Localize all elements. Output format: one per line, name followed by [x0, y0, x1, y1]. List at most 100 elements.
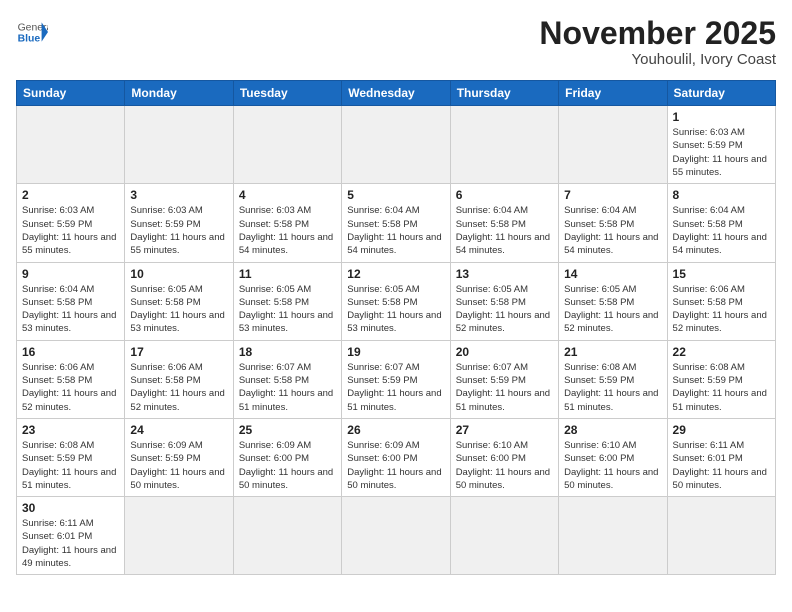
month-title: November 2025: [539, 16, 776, 51]
day-info: Sunrise: 6:04 AM Sunset: 5:58 PM Dayligh…: [673, 204, 770, 257]
day-number: 9: [22, 267, 119, 281]
calendar-day-cell: 4 Sunrise: 6:03 AM Sunset: 5:58 PM Dayli…: [233, 184, 341, 262]
calendar-day-cell: [125, 106, 233, 184]
day-info: Sunrise: 6:06 AM Sunset: 5:58 PM Dayligh…: [22, 361, 119, 414]
calendar-week-row: 2 Sunrise: 6:03 AM Sunset: 5:59 PM Dayli…: [17, 184, 776, 262]
calendar-day-cell: 22 Sunrise: 6:08 AM Sunset: 5:59 PM Dayl…: [667, 340, 775, 418]
calendar-day-cell: 2 Sunrise: 6:03 AM Sunset: 5:59 PM Dayli…: [17, 184, 125, 262]
day-info: Sunrise: 6:09 AM Sunset: 6:00 PM Dayligh…: [239, 439, 336, 492]
day-number: 7: [564, 188, 661, 202]
calendar-day-cell: 27 Sunrise: 6:10 AM Sunset: 6:00 PM Dayl…: [450, 418, 558, 496]
calendar-day-cell: 29 Sunrise: 6:11 AM Sunset: 6:01 PM Dayl…: [667, 418, 775, 496]
header-wednesday: Wednesday: [342, 81, 450, 106]
day-info: Sunrise: 6:07 AM Sunset: 5:58 PM Dayligh…: [239, 361, 336, 414]
day-number: 25: [239, 423, 336, 437]
day-info: Sunrise: 6:09 AM Sunset: 5:59 PM Dayligh…: [130, 439, 227, 492]
calendar-day-cell: 19 Sunrise: 6:07 AM Sunset: 5:59 PM Dayl…: [342, 340, 450, 418]
day-number: 10: [130, 267, 227, 281]
calendar-day-cell: 8 Sunrise: 6:04 AM Sunset: 5:58 PM Dayli…: [667, 184, 775, 262]
calendar-day-cell: 21 Sunrise: 6:08 AM Sunset: 5:59 PM Dayl…: [559, 340, 667, 418]
day-number: 14: [564, 267, 661, 281]
location-subtitle: Youhoulil, Ivory Coast: [539, 51, 776, 68]
logo-icon: General Blue: [16, 16, 48, 48]
calendar-day-cell: 23 Sunrise: 6:08 AM Sunset: 5:59 PM Dayl…: [17, 418, 125, 496]
day-number: 20: [456, 345, 553, 359]
calendar-day-cell: 6 Sunrise: 6:04 AM Sunset: 5:58 PM Dayli…: [450, 184, 558, 262]
calendar-day-cell: 15 Sunrise: 6:06 AM Sunset: 5:58 PM Dayl…: [667, 262, 775, 340]
day-info: Sunrise: 6:03 AM Sunset: 5:59 PM Dayligh…: [22, 204, 119, 257]
day-number: 27: [456, 423, 553, 437]
day-number: 18: [239, 345, 336, 359]
calendar-day-cell: 20 Sunrise: 6:07 AM Sunset: 5:59 PM Dayl…: [450, 340, 558, 418]
day-info: Sunrise: 6:04 AM Sunset: 5:58 PM Dayligh…: [564, 204, 661, 257]
logo: General Blue: [16, 16, 48, 48]
day-number: 13: [456, 267, 553, 281]
calendar-day-cell: [559, 106, 667, 184]
calendar-day-cell: [233, 497, 341, 575]
calendar-day-cell: 16 Sunrise: 6:06 AM Sunset: 5:58 PM Dayl…: [17, 340, 125, 418]
day-number: 15: [673, 267, 770, 281]
calendar-day-cell: [450, 497, 558, 575]
day-info: Sunrise: 6:06 AM Sunset: 5:58 PM Dayligh…: [130, 361, 227, 414]
day-number: 2: [22, 188, 119, 202]
title-block: November 2025 Youhoulil, Ivory Coast: [539, 16, 776, 68]
header-friday: Friday: [559, 81, 667, 106]
calendar-day-cell: 9 Sunrise: 6:04 AM Sunset: 5:58 PM Dayli…: [17, 262, 125, 340]
header-sunday: Sunday: [17, 81, 125, 106]
day-number: 19: [347, 345, 444, 359]
day-number: 8: [673, 188, 770, 202]
day-info: Sunrise: 6:05 AM Sunset: 5:58 PM Dayligh…: [564, 283, 661, 336]
calendar-day-cell: 5 Sunrise: 6:04 AM Sunset: 5:58 PM Dayli…: [342, 184, 450, 262]
day-info: Sunrise: 6:06 AM Sunset: 5:58 PM Dayligh…: [673, 283, 770, 336]
day-number: 26: [347, 423, 444, 437]
day-info: Sunrise: 6:10 AM Sunset: 6:00 PM Dayligh…: [564, 439, 661, 492]
calendar-week-row: 9 Sunrise: 6:04 AM Sunset: 5:58 PM Dayli…: [17, 262, 776, 340]
day-number: 28: [564, 423, 661, 437]
day-number: 29: [673, 423, 770, 437]
day-number: 23: [22, 423, 119, 437]
day-info: Sunrise: 6:11 AM Sunset: 6:01 PM Dayligh…: [673, 439, 770, 492]
day-info: Sunrise: 6:10 AM Sunset: 6:00 PM Dayligh…: [456, 439, 553, 492]
calendar-day-cell: 24 Sunrise: 6:09 AM Sunset: 5:59 PM Dayl…: [125, 418, 233, 496]
calendar-day-cell: 28 Sunrise: 6:10 AM Sunset: 6:00 PM Dayl…: [559, 418, 667, 496]
day-number: 21: [564, 345, 661, 359]
calendar-day-cell: [233, 106, 341, 184]
calendar-day-cell: [667, 497, 775, 575]
calendar-week-row: 16 Sunrise: 6:06 AM Sunset: 5:58 PM Dayl…: [17, 340, 776, 418]
day-number: 22: [673, 345, 770, 359]
day-number: 30: [22, 501, 119, 515]
day-number: 12: [347, 267, 444, 281]
day-info: Sunrise: 6:07 AM Sunset: 5:59 PM Dayligh…: [347, 361, 444, 414]
day-info: Sunrise: 6:03 AM Sunset: 5:59 PM Dayligh…: [130, 204, 227, 257]
day-number: 3: [130, 188, 227, 202]
calendar-week-row: 23 Sunrise: 6:08 AM Sunset: 5:59 PM Dayl…: [17, 418, 776, 496]
day-info: Sunrise: 6:03 AM Sunset: 5:58 PM Dayligh…: [239, 204, 336, 257]
header-saturday: Saturday: [667, 81, 775, 106]
calendar-week-row: 1 Sunrise: 6:03 AM Sunset: 5:59 PM Dayli…: [17, 106, 776, 184]
calendar-day-cell: [17, 106, 125, 184]
day-info: Sunrise: 6:04 AM Sunset: 5:58 PM Dayligh…: [456, 204, 553, 257]
calendar-day-cell: 30 Sunrise: 6:11 AM Sunset: 6:01 PM Dayl…: [17, 497, 125, 575]
day-info: Sunrise: 6:08 AM Sunset: 5:59 PM Dayligh…: [22, 439, 119, 492]
day-info: Sunrise: 6:09 AM Sunset: 6:00 PM Dayligh…: [347, 439, 444, 492]
calendar-day-cell: [342, 106, 450, 184]
header-monday: Monday: [125, 81, 233, 106]
day-info: Sunrise: 6:03 AM Sunset: 5:59 PM Dayligh…: [673, 126, 770, 179]
calendar-day-cell: 7 Sunrise: 6:04 AM Sunset: 5:58 PM Dayli…: [559, 184, 667, 262]
header-tuesday: Tuesday: [233, 81, 341, 106]
day-info: Sunrise: 6:05 AM Sunset: 5:58 PM Dayligh…: [130, 283, 227, 336]
calendar-day-cell: [450, 106, 558, 184]
calendar-table: SundayMondayTuesdayWednesdayThursdayFrid…: [16, 80, 776, 575]
day-info: Sunrise: 6:11 AM Sunset: 6:01 PM Dayligh…: [22, 517, 119, 570]
calendar-day-cell: 18 Sunrise: 6:07 AM Sunset: 5:58 PM Dayl…: [233, 340, 341, 418]
page-header: General Blue November 2025 Youhoulil, Iv…: [16, 16, 776, 68]
calendar-day-cell: 14 Sunrise: 6:05 AM Sunset: 5:58 PM Dayl…: [559, 262, 667, 340]
calendar-day-cell: 17 Sunrise: 6:06 AM Sunset: 5:58 PM Dayl…: [125, 340, 233, 418]
day-info: Sunrise: 6:05 AM Sunset: 5:58 PM Dayligh…: [347, 283, 444, 336]
day-info: Sunrise: 6:08 AM Sunset: 5:59 PM Dayligh…: [564, 361, 661, 414]
day-info: Sunrise: 6:04 AM Sunset: 5:58 PM Dayligh…: [22, 283, 119, 336]
calendar-day-cell: 3 Sunrise: 6:03 AM Sunset: 5:59 PM Dayli…: [125, 184, 233, 262]
calendar-day-cell: 13 Sunrise: 6:05 AM Sunset: 5:58 PM Dayl…: [450, 262, 558, 340]
calendar-day-cell: 12 Sunrise: 6:05 AM Sunset: 5:58 PM Dayl…: [342, 262, 450, 340]
calendar-day-cell: 25 Sunrise: 6:09 AM Sunset: 6:00 PM Dayl…: [233, 418, 341, 496]
